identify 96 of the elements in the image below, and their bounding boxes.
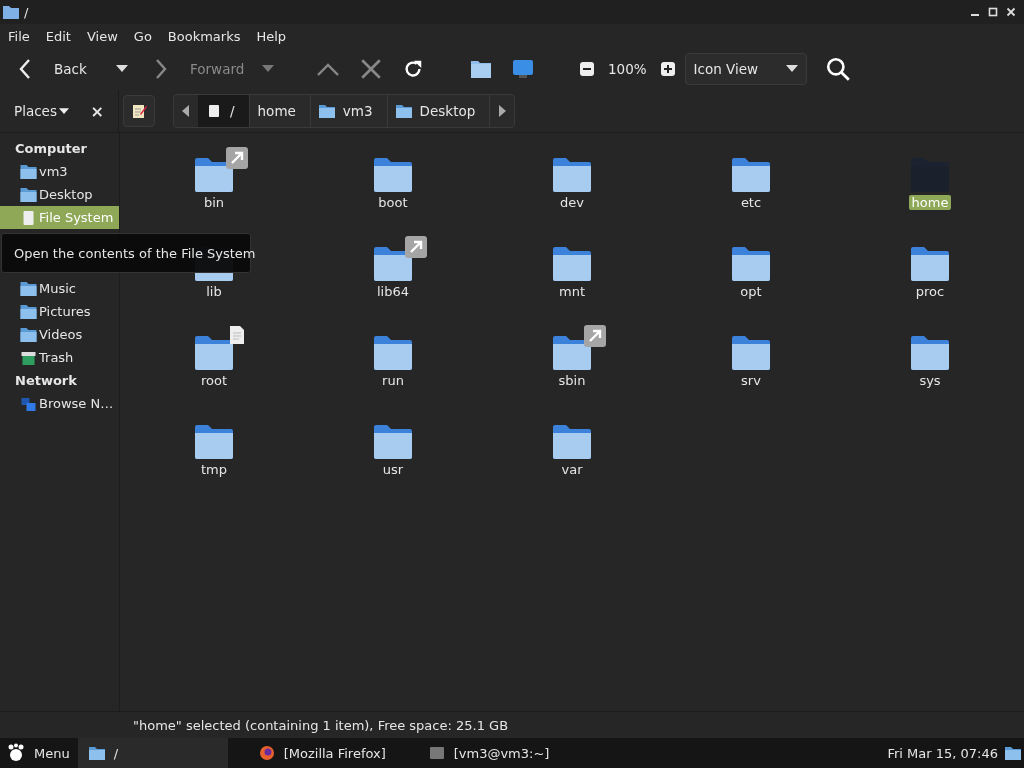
maximize-icon[interactable] bbox=[988, 7, 998, 17]
back-button[interactable]: Back bbox=[54, 61, 116, 77]
close-sidebar-button[interactable]: × bbox=[90, 101, 104, 121]
folder-icon[interactable] bbox=[194, 424, 234, 460]
trash-icon bbox=[20, 349, 37, 366]
file-name[interactable]: mnt bbox=[556, 284, 588, 299]
folder-icon[interactable] bbox=[373, 335, 413, 371]
globe-icon bbox=[257, 745, 276, 761]
folder-icon bbox=[20, 326, 37, 343]
file-name[interactable]: bin bbox=[200, 195, 228, 210]
folder-icon[interactable] bbox=[373, 424, 413, 460]
sidebar-item[interactable]: Trash bbox=[0, 346, 119, 369]
zoom-level: 100% bbox=[608, 61, 647, 77]
caret-icon bbox=[58, 107, 69, 115]
folder-icon[interactable] bbox=[731, 157, 771, 193]
folder-icon[interactable] bbox=[552, 157, 592, 193]
breadcrumb-button[interactable]: home bbox=[249, 95, 311, 127]
scroll-right-icon[interactable] bbox=[498, 105, 507, 117]
menu-item[interactable]: Help bbox=[256, 28, 287, 44]
file-name[interactable]: tmp bbox=[198, 462, 230, 477]
folder-icon[interactable] bbox=[194, 335, 234, 371]
menu-item[interactable]: File bbox=[8, 28, 30, 44]
stop-icon[interactable] bbox=[360, 57, 382, 81]
view-mode-dropdown[interactable]: Icon View bbox=[684, 53, 807, 85]
folder-icon[interactable] bbox=[552, 424, 592, 460]
close-icon[interactable] bbox=[1006, 7, 1016, 17]
sidebar-item[interactable]: Videos bbox=[0, 323, 119, 346]
file-name[interactable]: opt bbox=[737, 284, 765, 299]
folder-icon bbox=[20, 280, 37, 297]
sidebar-heading: Network bbox=[14, 372, 78, 390]
folder-icon bbox=[87, 745, 106, 761]
folder-icon[interactable] bbox=[1004, 745, 1022, 761]
folder-icon bbox=[318, 104, 335, 118]
sidebar-item[interactable]: Pictures bbox=[0, 300, 119, 323]
file-name[interactable]: etc bbox=[737, 195, 765, 210]
menu-item[interactable]: Bookmarks bbox=[167, 28, 241, 44]
clock: Fri Mar 15, 07:46 bbox=[887, 745, 998, 761]
sidebar-item[interactable]: Desktop bbox=[0, 183, 119, 206]
monitor-icon[interactable] bbox=[512, 57, 534, 81]
folder-icon bbox=[20, 186, 37, 203]
folder-icon bbox=[395, 104, 412, 118]
file-name[interactable]: sbin bbox=[555, 373, 589, 388]
folder-icon[interactable] bbox=[373, 246, 413, 282]
folder-icon[interactable] bbox=[373, 157, 413, 193]
taskbar-window-button[interactable]: / bbox=[77, 738, 228, 768]
breadcrumb-button[interactable]: / bbox=[198, 95, 250, 127]
menu-button[interactable]: Menu bbox=[0, 738, 78, 768]
menu-item[interactable]: Go bbox=[133, 28, 152, 44]
taskbar-window-button[interactable]: [Mozilla Firefox] bbox=[247, 738, 398, 768]
forward-button[interactable]: Forward bbox=[190, 61, 262, 77]
file-name[interactable]: lib64 bbox=[374, 284, 412, 299]
menu-item[interactable]: Edit bbox=[45, 28, 71, 44]
sidebar-heading: Computer bbox=[14, 140, 89, 158]
terminal-icon bbox=[427, 745, 446, 761]
zoom-out-icon[interactable] bbox=[580, 62, 594, 76]
folder-icon bbox=[20, 163, 37, 180]
file-name[interactable]: root bbox=[197, 373, 231, 388]
file-name[interactable]: var bbox=[558, 462, 586, 477]
breadcrumb-button[interactable]: Desktop bbox=[387, 95, 491, 127]
sidebar-item[interactable]: Music bbox=[0, 277, 119, 300]
status-text: "home" selected (containing 1 item), Free space: 25.1 GB bbox=[133, 717, 509, 733]
file-name[interactable]: srv bbox=[738, 373, 764, 388]
folder-icon[interactable] bbox=[194, 157, 234, 193]
file-name[interactable]: lib bbox=[203, 284, 225, 299]
folder-icon bbox=[20, 303, 37, 320]
folder-icon[interactable] bbox=[552, 335, 592, 371]
folder-icon[interactable] bbox=[910, 246, 950, 282]
folder-icon[interactable] bbox=[910, 335, 950, 371]
edit-location-button[interactable] bbox=[123, 95, 155, 127]
file-name[interactable]: usr bbox=[379, 462, 407, 477]
drive-icon bbox=[206, 104, 222, 118]
places-dropdown[interactable]: Places bbox=[14, 103, 69, 119]
document-icon bbox=[229, 325, 245, 345]
file-name[interactable]: sys bbox=[916, 373, 944, 388]
breadcrumb-button[interactable]: vm3 bbox=[310, 95, 388, 127]
scroll-left-icon[interactable] bbox=[182, 105, 190, 117]
caret-icon[interactable] bbox=[116, 65, 128, 73]
folder-icon bbox=[2, 4, 20, 20]
folder-icon[interactable] bbox=[731, 246, 771, 282]
taskbar-window-button[interactable]: [vm3@vm3:~] bbox=[417, 738, 568, 768]
paw-logo-icon bbox=[6, 743, 26, 763]
caret-icon bbox=[785, 65, 798, 73]
sidebar-item[interactable]: Browse N… bbox=[0, 392, 119, 415]
file-name[interactable]: boot bbox=[375, 195, 411, 210]
file-name[interactable]: run bbox=[379, 373, 407, 388]
file-name[interactable]: proc bbox=[912, 284, 948, 299]
zoom-in-icon[interactable] bbox=[660, 62, 675, 76]
window-title: / bbox=[24, 4, 29, 20]
folder-icon[interactable] bbox=[731, 335, 771, 371]
network-icon bbox=[20, 395, 37, 412]
folder-icon[interactable] bbox=[552, 246, 592, 282]
search-icon[interactable] bbox=[824, 56, 851, 82]
notepad-icon bbox=[131, 103, 147, 119]
menu-item[interactable]: View bbox=[86, 28, 118, 44]
file-name[interactable]: dev bbox=[557, 195, 587, 210]
sidebar-item[interactable]: vm3 bbox=[0, 160, 119, 183]
